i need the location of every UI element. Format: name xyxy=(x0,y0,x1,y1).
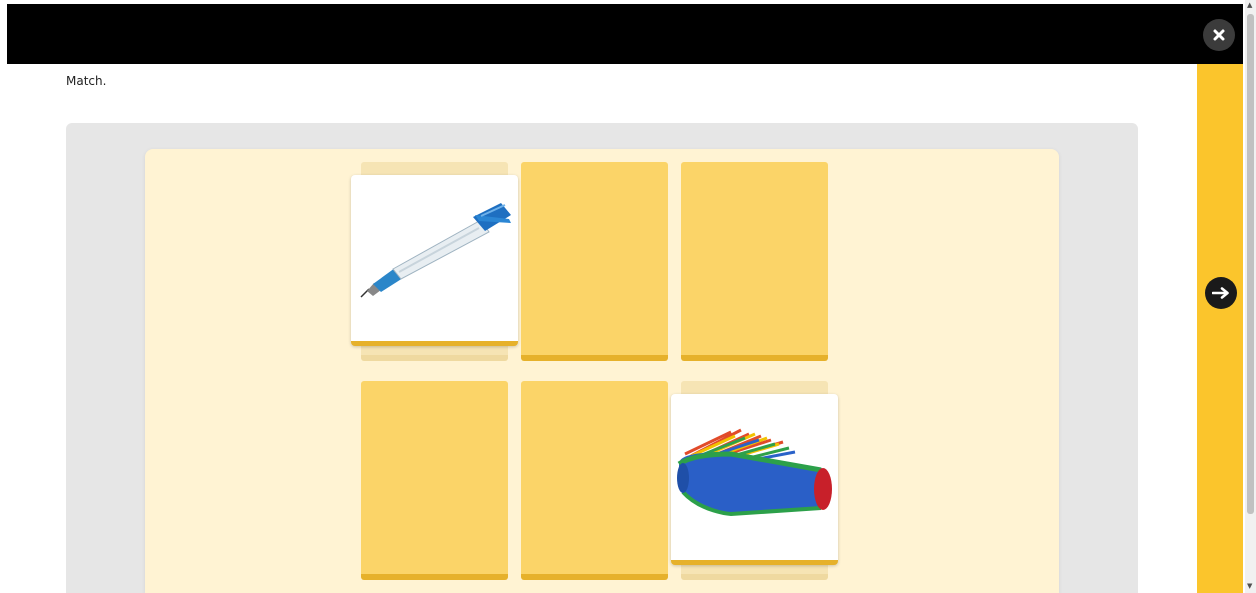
next-button[interactable] xyxy=(1205,277,1237,309)
close-button[interactable] xyxy=(1203,19,1235,51)
scrollbar[interactable]: ▲ ▼ xyxy=(1245,0,1256,593)
top-bar xyxy=(7,4,1243,64)
scroll-up-icon[interactable]: ▲ xyxy=(1247,1,1252,9)
card-6-pencil-case[interactable] xyxy=(671,394,838,565)
memory-board xyxy=(145,149,1059,593)
card-5[interactable] xyxy=(521,381,668,580)
scroll-down-icon[interactable]: ▼ xyxy=(1247,582,1252,590)
card-2[interactable] xyxy=(521,162,668,361)
scroll-thumb[interactable] xyxy=(1247,14,1254,514)
instruction-text: Match. xyxy=(66,74,107,88)
side-panel xyxy=(1197,64,1243,593)
card-4[interactable] xyxy=(361,381,508,580)
arrow-right-icon xyxy=(1212,287,1229,299)
card-3[interactable] xyxy=(681,162,828,361)
card-1-pen[interactable] xyxy=(351,175,518,346)
close-icon xyxy=(1213,29,1225,41)
pencil-case-image xyxy=(677,428,832,517)
pen-image xyxy=(360,203,511,298)
